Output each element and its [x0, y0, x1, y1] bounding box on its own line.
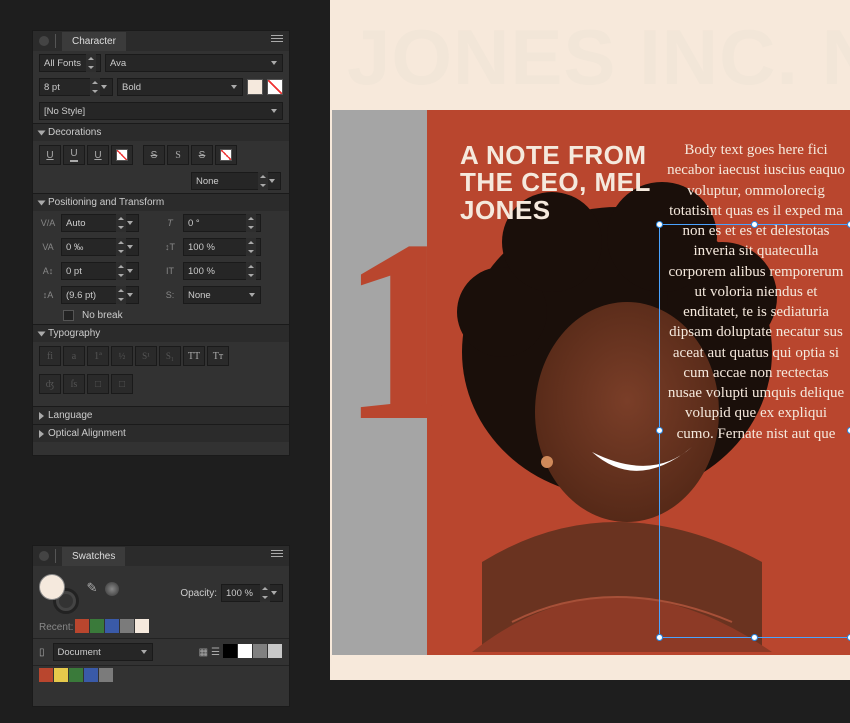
stylistic-button[interactable]: □	[111, 374, 133, 394]
swatch[interactable]	[54, 668, 68, 682]
character-panel: Character All Fonts Ava 8 pt Bold [No St…	[32, 30, 290, 456]
swatch[interactable]	[99, 668, 113, 682]
swatch[interactable]	[268, 644, 282, 658]
opacity-label: Opacity:	[180, 588, 217, 599]
opacity-field[interactable]: 100 %	[221, 584, 283, 602]
font-filter-dropdown[interactable]: All Fonts	[39, 54, 101, 72]
swatch[interactable]	[253, 644, 267, 658]
gray-swatches[interactable]	[223, 644, 283, 661]
section-optical-alignment[interactable]: Optical Alignment	[33, 424, 289, 442]
section-decorations[interactable]: Decorations	[33, 123, 289, 141]
panel-tab-character[interactable]: Character	[62, 32, 126, 51]
recent-label: Recent:	[39, 622, 73, 633]
fractions-button[interactable]: ½	[111, 346, 133, 366]
contextual-button[interactable]: □	[87, 374, 109, 394]
font-weight-dropdown[interactable]: Bold	[117, 78, 243, 96]
strikethrough-button[interactable]: S	[143, 145, 165, 165]
rotate-icon: T	[161, 218, 179, 228]
strike-color-button[interactable]: S	[191, 145, 213, 165]
document-canvas[interactable]: 1	[330, 0, 850, 680]
font-family-dropdown[interactable]: Ava	[105, 54, 283, 72]
recent-swatches[interactable]	[75, 619, 150, 636]
underline-none-swatch[interactable]	[111, 145, 133, 165]
swatch[interactable]	[75, 619, 89, 633]
grid-view-icon[interactable]: ▦	[199, 647, 208, 658]
nobreak-checkbox[interactable]	[63, 310, 74, 321]
tracking-field[interactable]: 0 ‰	[61, 238, 139, 256]
hscale-icon: ↕T	[161, 242, 179, 252]
section-language[interactable]: Language	[33, 406, 289, 424]
alternates-button[interactable]: a	[63, 346, 85, 366]
text-stroke-swatch[interactable]	[267, 79, 283, 95]
vscale-icon: IT	[161, 266, 179, 276]
subhead-text: A NOTE FROM THE CEO, MEL JONES	[460, 142, 655, 224]
swatch[interactable]	[238, 644, 252, 658]
decoration-stroke-dropdown[interactable]: None	[191, 172, 281, 190]
palette-swatches[interactable]	[39, 668, 114, 685]
tracking-icon: VA	[39, 242, 57, 252]
ordinals-button[interactable]: 1ª	[87, 346, 109, 366]
font-size-field[interactable]: 8 pt	[39, 78, 113, 96]
close-icon[interactable]	[39, 551, 49, 561]
swash-button[interactable]: ʤ	[39, 374, 61, 394]
masthead-headline: JONES INC. NEWSL	[347, 12, 850, 103]
rotation-field[interactable]: 0 °	[183, 214, 261, 232]
double-underline-button[interactable]: U	[63, 145, 85, 165]
panel-menu-icon[interactable]	[271, 550, 283, 557]
ligatures-button[interactable]: fi	[39, 346, 61, 366]
shear-dropdown[interactable]: None	[183, 286, 261, 304]
text-fill-swatch[interactable]	[247, 79, 263, 95]
panel-titlebar: Swatches	[33, 546, 289, 566]
close-icon[interactable]	[39, 36, 49, 46]
underline-color-button[interactable]: U	[87, 145, 109, 165]
double-strike-button[interactable]: S	[167, 145, 189, 165]
strike-none-swatch[interactable]	[215, 145, 237, 165]
section-typography[interactable]: Typography	[33, 324, 289, 342]
kerning-icon: V/A	[39, 218, 57, 228]
swatches-panel: Swatches ✎ Opacity: 100 % Recent: ▯ Docu…	[32, 545, 290, 707]
swatch[interactable]	[69, 668, 83, 682]
panel-titlebar: Character	[33, 31, 289, 51]
underline-button[interactable]: U	[39, 145, 61, 165]
panel-menu-icon[interactable]	[271, 35, 283, 42]
leading-field[interactable]: (9.6 pt)	[61, 286, 139, 304]
eyedropper-icon[interactable]: ✎	[83, 574, 101, 596]
color-wheel-icon[interactable]	[105, 582, 119, 596]
document-icon: ▯	[39, 647, 45, 658]
baseline-field[interactable]: 0 pt	[61, 262, 139, 280]
swatch-scope-dropdown[interactable]: Document	[53, 643, 153, 661]
vscale-field[interactable]: 100 %	[183, 262, 261, 280]
swatch[interactable]	[90, 619, 104, 633]
section-positioning[interactable]: Positioning and Transform	[33, 193, 289, 211]
swatch[interactable]	[223, 644, 237, 658]
shear-icon: S:	[161, 290, 179, 300]
swatch[interactable]	[84, 668, 98, 682]
panel-tab-swatches[interactable]: Swatches	[62, 547, 125, 566]
allcaps-button[interactable]: TT	[183, 346, 205, 366]
nobreak-label: No break	[82, 310, 123, 321]
smallcaps-button[interactable]: Tᴛ	[207, 346, 229, 366]
leading-icon: ↕A	[39, 290, 57, 300]
swatch[interactable]	[39, 668, 53, 682]
swatch[interactable]	[135, 619, 149, 633]
baseline-icon: A↕	[39, 266, 57, 276]
swatch[interactable]	[120, 619, 134, 633]
titling-button[interactable]: ſs	[63, 374, 85, 394]
selection-box[interactable]	[659, 224, 850, 638]
fill-stroke-selector[interactable]	[39, 574, 79, 614]
list-view-icon[interactable]: ☰	[211, 647, 220, 658]
swatch[interactable]	[105, 619, 119, 633]
kerning-field[interactable]: Auto	[61, 214, 139, 232]
font-style-dropdown[interactable]: [No Style]	[39, 102, 283, 120]
hscale-field[interactable]: 100 %	[183, 238, 261, 256]
subscript-button[interactable]: S₁	[159, 346, 181, 366]
superscript-button[interactable]: S¹	[135, 346, 157, 366]
